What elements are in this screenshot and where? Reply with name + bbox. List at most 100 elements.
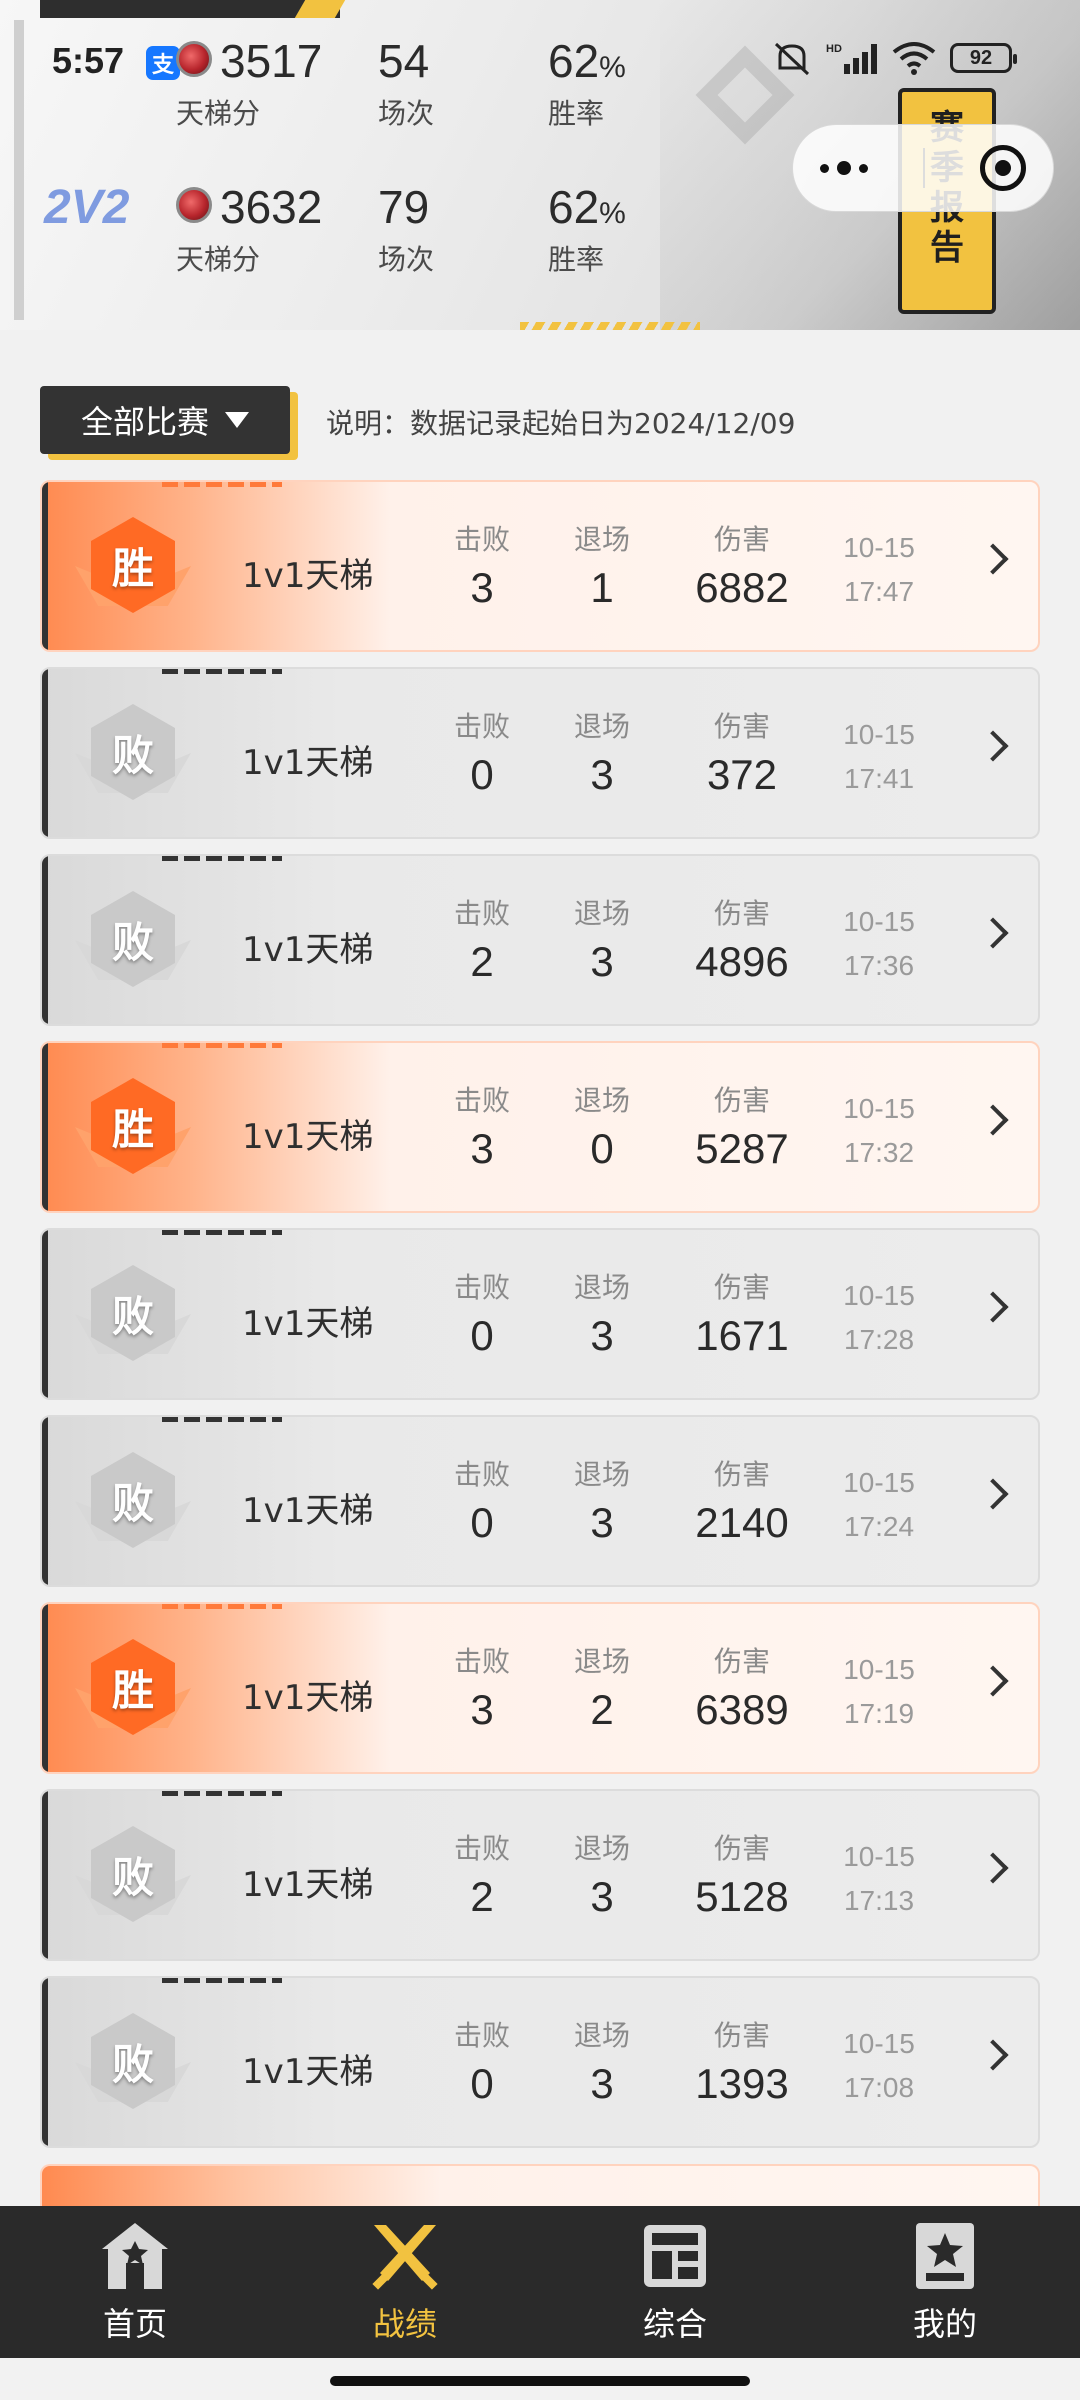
match-time: 17:24 — [843, 1511, 915, 1542]
card-dash-decoration — [162, 1417, 282, 1422]
match-date: 10-15 — [843, 2028, 915, 2059]
match-mode: 1v1天梯 — [242, 930, 374, 970]
nav-overview[interactable]: 综合 — [575, 2219, 775, 2345]
nav-home[interactable]: 首页 — [35, 2219, 235, 2345]
result-badge-icon: 败 — [75, 697, 191, 807]
match-card[interactable]: 胜 1v1天梯 击败 3 退场 1 伤害 6882 10-15 17:47 — [40, 480, 1040, 652]
card-edge — [42, 482, 48, 650]
match-filter-dropdown[interactable]: 全部比赛 — [40, 386, 290, 454]
miniapp-capsule — [792, 124, 1054, 212]
match-timestamp: 10-15 17:24 — [814, 1461, 944, 1549]
damage-column: 伤害 5128 — [662, 1827, 822, 1921]
match-card[interactable]: 败 1v1天梯 击败 2 退场 3 伤害 5128 10-15 17:13 — [40, 1789, 1040, 1961]
more-options-icon[interactable] — [820, 161, 869, 175]
svg-text:HD: HD — [826, 43, 842, 55]
card-edge — [42, 1043, 48, 1211]
result-text: 胜 — [111, 1104, 154, 1154]
chevron-right-icon[interactable] — [977, 2039, 1009, 2071]
kills-column: 击败 3 — [432, 1640, 532, 1734]
kills-column: 击败 0 — [432, 705, 532, 799]
match-timestamp: 10-15 17:41 — [814, 713, 944, 801]
kills-value: 3 — [470, 1686, 494, 1733]
result-badge-icon: 败 — [75, 884, 191, 994]
home-gesture-bar[interactable] — [330, 2376, 750, 2386]
match-time: 17:41 — [843, 763, 915, 794]
kills-value: 2 — [470, 1873, 494, 1920]
chevron-right-icon[interactable] — [977, 1104, 1009, 1136]
card-edge — [42, 1230, 48, 1398]
mode-label-2v2: 2V2 — [44, 181, 130, 234]
match-date: 10-15 — [843, 719, 915, 750]
damage-value: 4896 — [695, 938, 789, 985]
card-dash-decoration — [162, 1604, 282, 1609]
exits-column: 退场 3 — [552, 2014, 652, 2108]
chevron-right-icon[interactable] — [977, 1291, 1009, 1323]
result-badge-icon: 胜 — [75, 510, 191, 620]
exits-value: 2 — [590, 1686, 614, 1733]
exits-column: 退场 0 — [552, 1079, 652, 1173]
exits-value: 3 — [590, 1499, 614, 1546]
match-date: 10-15 — [843, 1093, 915, 1124]
match-date: 10-15 — [843, 906, 915, 937]
match-card[interactable]: 败 1v1天梯 击败 0 退场 3 伤害 1671 10-15 17:28 — [40, 1228, 1040, 1400]
chevron-right-icon[interactable] — [977, 1478, 1009, 1510]
chevron-right-icon[interactable] — [977, 1665, 1009, 1697]
damage-column: 伤害 5287 — [662, 1079, 822, 1173]
close-miniapp-icon[interactable] — [979, 145, 1026, 191]
match-time: 17:13 — [843, 1885, 915, 1916]
chevron-right-icon[interactable] — [977, 543, 1009, 575]
card-dash-decoration — [162, 669, 282, 674]
damage-value: 6389 — [695, 1686, 789, 1733]
damage-column: 伤害 6389 — [662, 1640, 822, 1734]
result-badge-icon: 败 — [75, 1445, 191, 1555]
cellular-signal-icon: HD — [826, 43, 877, 74]
nav-records[interactable]: 战绩 — [305, 2219, 505, 2345]
match-mode: 1v1天梯 — [242, 1678, 374, 1718]
capsule-divider — [922, 148, 925, 188]
exits-value: 0 — [590, 1125, 614, 1172]
ladder-score-1v1: 3517 天梯分 — [176, 35, 323, 130]
exits-column: 退场 1 — [552, 518, 652, 612]
damage-value: 5287 — [695, 1125, 789, 1172]
match-card[interactable]: 败 1v1天梯 击败 0 退场 3 伤害 2140 10-15 17:24 — [40, 1415, 1040, 1587]
overview-panel-icon — [644, 2225, 706, 2287]
card-edge — [42, 669, 48, 837]
exits-column: 退场 3 — [552, 1827, 652, 1921]
match-timestamp: 10-15 17:28 — [814, 1274, 944, 1362]
bottom-nav: 首页 战绩 综合 我的 — [0, 2206, 1080, 2358]
damage-column: 伤害 1671 — [662, 1266, 822, 1360]
chevron-right-icon[interactable] — [977, 1852, 1009, 1884]
match-card[interactable]: 败 1v1天梯 击败 0 退场 3 伤害 1393 10-15 17:08 — [40, 1976, 1040, 2148]
card-dash-decoration — [162, 482, 282, 487]
exits-column: 退场 3 — [552, 1266, 652, 1360]
result-badge-icon: 败 — [75, 1258, 191, 1368]
win-rate-2v2: 62% 胜率 — [548, 181, 626, 276]
result-badge-icon: 败 — [75, 1819, 191, 1929]
card-dash-decoration — [162, 1043, 282, 1048]
match-card[interactable]: 败 1v1天梯 击败 0 退场 3 伤害 372 10-15 17:41 — [40, 667, 1040, 839]
matches-2v2: 79 场次 — [378, 181, 435, 276]
match-card[interactable]: 胜 1v1天梯 击败 3 退场 0 伤害 5287 10-15 17:32 — [40, 1041, 1040, 1213]
match-time: 17:28 — [843, 1324, 915, 1355]
match-timestamp: 10-15 17:19 — [814, 1648, 944, 1736]
result-badge-icon: 胜 — [75, 1632, 191, 1742]
damage-value: 5128 — [695, 1873, 789, 1920]
match-date: 10-15 — [843, 1280, 915, 1311]
match-timestamp: 10-15 17:13 — [814, 1835, 944, 1923]
match-mode: 1v1天梯 — [242, 1304, 374, 1344]
nav-profile[interactable]: 我的 — [845, 2219, 1045, 2345]
match-timestamp: 10-15 17:36 — [814, 900, 944, 988]
match-time: 17:08 — [843, 2072, 915, 2103]
match-mode: 1v1天梯 — [242, 743, 374, 783]
damage-column: 伤害 372 — [662, 705, 822, 799]
match-card[interactable]: 败 1v1天梯 击败 2 退场 3 伤害 4896 10-15 17:36 — [40, 854, 1040, 1026]
ladder-score-2v2: 3632 天梯分 — [176, 181, 323, 276]
result-text: 胜 — [111, 1665, 154, 1715]
damage-value: 372 — [706, 751, 778, 798]
match-mode: 1v1天梯 — [242, 1117, 374, 1157]
match-date: 10-15 — [843, 1654, 915, 1685]
damage-column: 伤害 1393 — [662, 2014, 822, 2108]
chevron-right-icon[interactable] — [977, 730, 1009, 762]
match-card[interactable]: 胜 1v1天梯 击败 3 退场 2 伤害 6389 10-15 17:19 — [40, 1602, 1040, 1774]
chevron-right-icon[interactable] — [977, 917, 1009, 949]
